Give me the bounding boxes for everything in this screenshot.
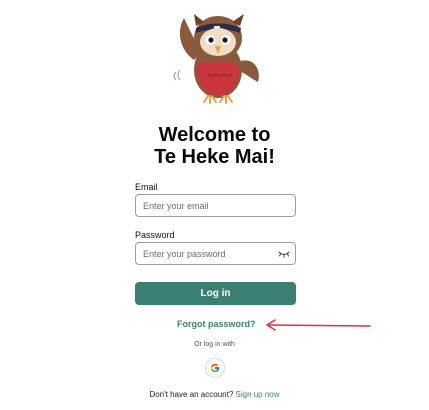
page-title-line1: Welcome to	[158, 124, 271, 146]
red-arrow-icon	[266, 319, 371, 331]
signup-link[interactable]: Sign up now	[236, 390, 280, 399]
google-g-icon	[210, 363, 220, 373]
email-field-box	[135, 194, 296, 217]
email-label: Email	[135, 182, 158, 192]
google-login-button[interactable]	[205, 358, 225, 378]
password-field[interactable]	[143, 246, 273, 261]
eye-closed-icon[interactable]	[278, 249, 290, 259]
password-field-box	[135, 242, 296, 265]
signup-prompt: Don't have an account?	[149, 390, 234, 399]
email-field[interactable]	[143, 198, 273, 213]
password-label: Password	[135, 230, 175, 240]
owl-mascot-icon	[173, 14, 259, 104]
signup-line: Don't have an account? Sign up now	[0, 390, 429, 399]
page-title-line2: Te Heke Mai!	[154, 146, 275, 168]
login-button[interactable]: Log in	[135, 282, 296, 305]
forgot-password-link[interactable]: Forgot password?	[177, 319, 256, 329]
or-login-text: Or log in with	[194, 341, 235, 348]
